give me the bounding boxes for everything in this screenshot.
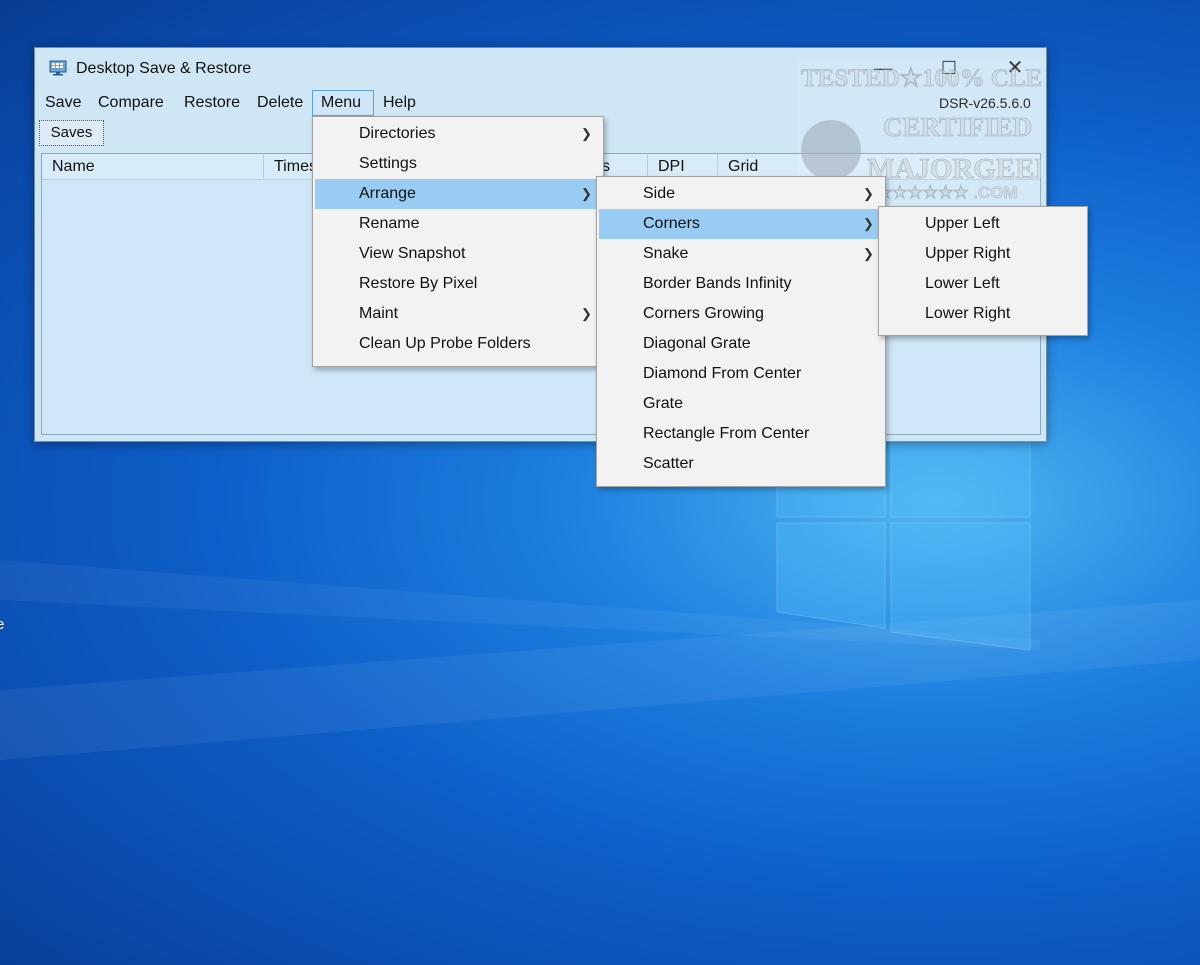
menu-dropdown: Directories ❯ Settings Arrange ❯ Rename … [312,116,604,367]
menu-save[interactable]: Save [37,90,89,116]
menu-item-label: Directories [359,125,436,142]
menu-item-rectangle-from-center[interactable]: Rectangle From Center [599,419,883,449]
menu-item-diagonal-grate[interactable]: Diagonal Grate [599,329,883,359]
chevron-right-icon: ❯ [581,306,592,321]
menu-item-label: Arrange [359,185,416,202]
menu-item-label: Snake [643,245,689,262]
corners-submenu: Upper Left Upper Right Lower Left Lower … [878,206,1088,336]
menu-item-label: Grate [643,395,684,412]
menu-restore[interactable]: Restore [176,90,248,116]
menu-item-label: Restore By Pixel [359,275,478,292]
menu-item-border-bands-infinity[interactable]: Border Bands Infinity [599,269,883,299]
watermark-com: ★★★★★★ .COM [877,183,1018,202]
menu-item-label: Border Bands Infinity [643,275,792,292]
menu-item-label: Rename [359,215,420,232]
menu-item-corners-growing[interactable]: Corners Growing [599,299,883,329]
menu-item-side[interactable]: Side ❯ [599,179,883,209]
menu-item-label: Corners Growing [643,305,764,322]
menu-item-label: Diagonal Grate [643,335,751,352]
menu-item-label: Lower Left [925,275,1000,292]
menu-item-restore-by-pixel[interactable]: Restore By Pixel [315,269,601,299]
menu-item-label: View Snapshot [359,245,466,262]
menu-item-label: Settings [359,155,417,172]
menu-item-clean-up-probe-folders[interactable]: Clean Up Probe Folders [315,329,601,359]
geek-mascot-icon [801,120,861,180]
column-name[interactable]: Name [42,154,264,179]
menu-item-label: Side [643,185,676,202]
menu-item-grate[interactable]: Grate [599,389,883,419]
menu-item-label: Lower Right [925,305,1011,322]
menu-item-directories[interactable]: Directories ❯ [315,119,601,149]
chevron-right-icon: ❯ [863,246,874,261]
menu-item-label: Clean Up Probe Folders [359,335,531,352]
menu-compare[interactable]: Compare [90,90,172,116]
desktop-icon-label-fragment[interactable]: e [0,616,4,633]
menu-item-upper-right[interactable]: Upper Right [881,239,1085,269]
menu-item-diamond-from-center[interactable]: Diamond From Center [599,359,883,389]
menu-item-label: Diamond From Center [643,365,802,382]
menu-item-label: Maint [359,305,399,322]
menu-item-scatter[interactable]: Scatter [599,449,883,479]
menu-menu[interactable]: Menu [312,90,374,116]
watermark-tested: TESTED★100% CLEAN [801,65,1041,92]
menu-delete[interactable]: Delete [249,90,311,116]
menu-item-maint[interactable]: Maint ❯ [315,299,601,329]
menu-help[interactable]: Help [375,90,424,116]
menu-item-label: Corners [643,215,700,232]
menu-item-view-snapshot[interactable]: View Snapshot [315,239,601,269]
menu-item-corners[interactable]: Corners ❯ [599,209,883,239]
menu-item-lower-left[interactable]: Lower Left [881,269,1085,299]
menu-item-label: Upper Right [925,245,1011,262]
window-title: Desktop Save & Restore [76,60,252,77]
chevron-right-icon: ❯ [581,126,592,141]
menu-item-arrange[interactable]: Arrange ❯ [315,179,601,209]
menu-item-upper-left[interactable]: Upper Left [881,209,1085,239]
chevron-right-icon: ❯ [581,186,592,201]
menu-item-snake[interactable]: Snake ❯ [599,239,883,269]
chevron-right-icon: ❯ [863,186,874,201]
menu-item-rename[interactable]: Rename [315,209,601,239]
menu-item-label: Upper Left [925,215,1000,232]
arrange-submenu: Side ❯ Corners ❯ Snake ❯ Border Bands In… [596,176,886,487]
watermark-certified: CERTIFIED [883,112,1032,142]
menu-item-settings[interactable]: Settings [315,149,601,179]
menu-item-lower-right[interactable]: Lower Right [881,299,1085,329]
chevron-right-icon: ❯ [863,216,874,231]
tab-saves[interactable]: Saves [39,120,104,146]
watermark-majorgeeks: MAJORGEEKS [867,153,1041,185]
menu-item-label: Scatter [643,455,694,472]
app-monitor-icon [49,60,67,76]
menu-item-label: Rectangle From Center [643,425,810,442]
